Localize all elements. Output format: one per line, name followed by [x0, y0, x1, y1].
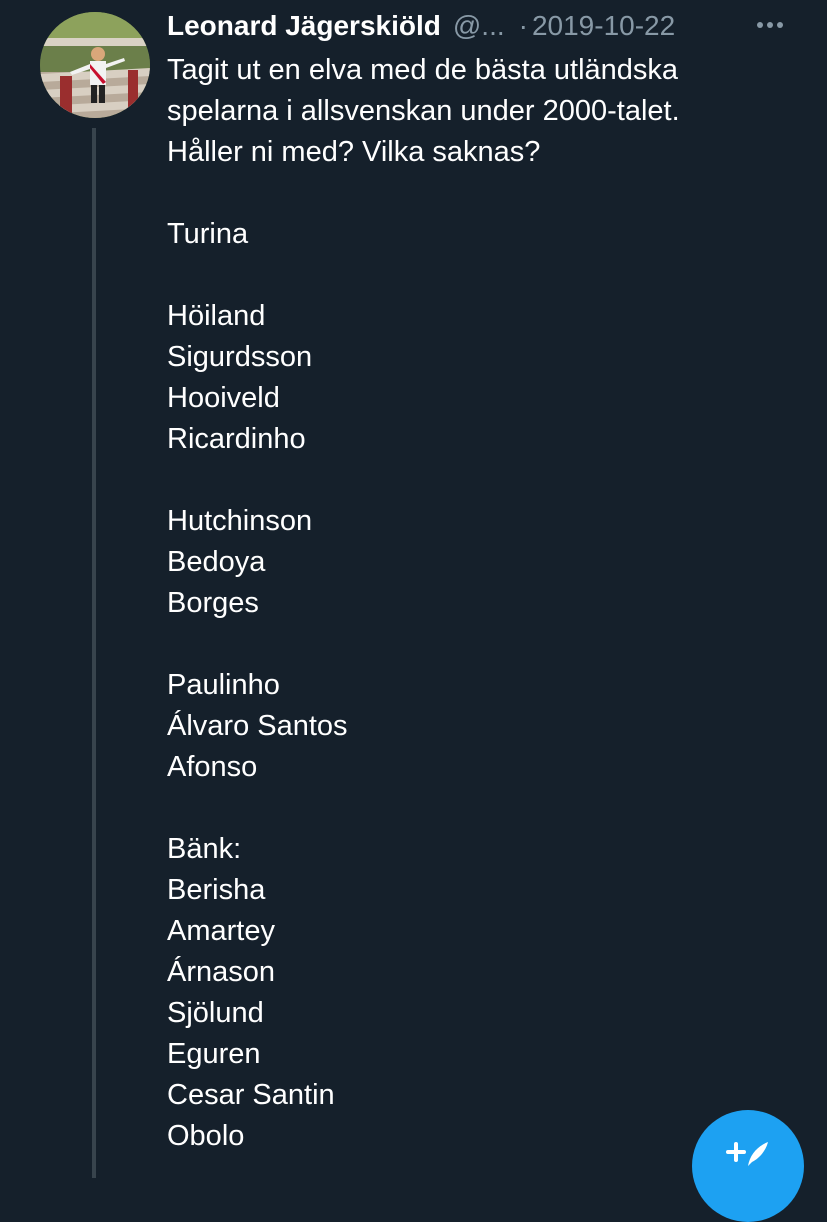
tweet-text-line: Turina [167, 218, 249, 250]
tweet-date[interactable]: 2019-10-22 [532, 10, 675, 42]
tweet-text-line: Sigurdsson [167, 341, 313, 373]
avatar[interactable] [40, 12, 150, 118]
separator-dot: · [518, 10, 528, 41]
tweet-text-line: Bänk: [167, 833, 242, 865]
tweet-text-line: Amartey [167, 915, 275, 947]
tweet-text-line: Afonso [167, 751, 258, 783]
tweet-text-line: spelarna i allsvenskan under 2000-talet. [167, 95, 680, 127]
tweet-text-line: Ricardinho [167, 423, 306, 455]
tweet-text-line: Bedoya [167, 546, 266, 578]
author-name[interactable]: Leonard Jägerskiöld [167, 10, 441, 42]
tweet-text-line: Sjölund [167, 997, 264, 1029]
tweet-text: Tagit ut en elva med de bästa utländska s… [167, 50, 807, 1157]
tweet-text-line: Hutchinson [167, 505, 313, 537]
tweet-text-line: Tagit ut en elva med de bästa utländska [167, 54, 679, 86]
more-horizontal-icon [757, 22, 783, 28]
thread-line [92, 128, 96, 1178]
tweet-text-line: Eguren [167, 1038, 261, 1070]
tweet-text-line: Paulinho [167, 669, 280, 701]
tweet-text-line: Berisha [167, 874, 266, 906]
tweet-text-line: Cesar Santin [167, 1079, 335, 1111]
author-handle[interactable]: @... [453, 10, 505, 42]
tweet-text-line: Borges [167, 587, 259, 619]
tweet-text-line: Árnason [167, 956, 276, 988]
more-options-button[interactable] [750, 8, 790, 42]
compose-tweet-button[interactable] [692, 1110, 804, 1222]
tweet-text-line: Álvaro Santos [167, 710, 348, 742]
compose-tweet-icon [726, 1142, 768, 1166]
tweet-text-line: Höiland [167, 300, 266, 332]
tweet-header: Leonard Jägerskiöld @... · 2019-10-22 [167, 4, 807, 48]
tweet-text-line: Hooiveld [167, 382, 280, 414]
tweet-text-line: Håller ni med? Vilka saknas? [167, 136, 541, 168]
